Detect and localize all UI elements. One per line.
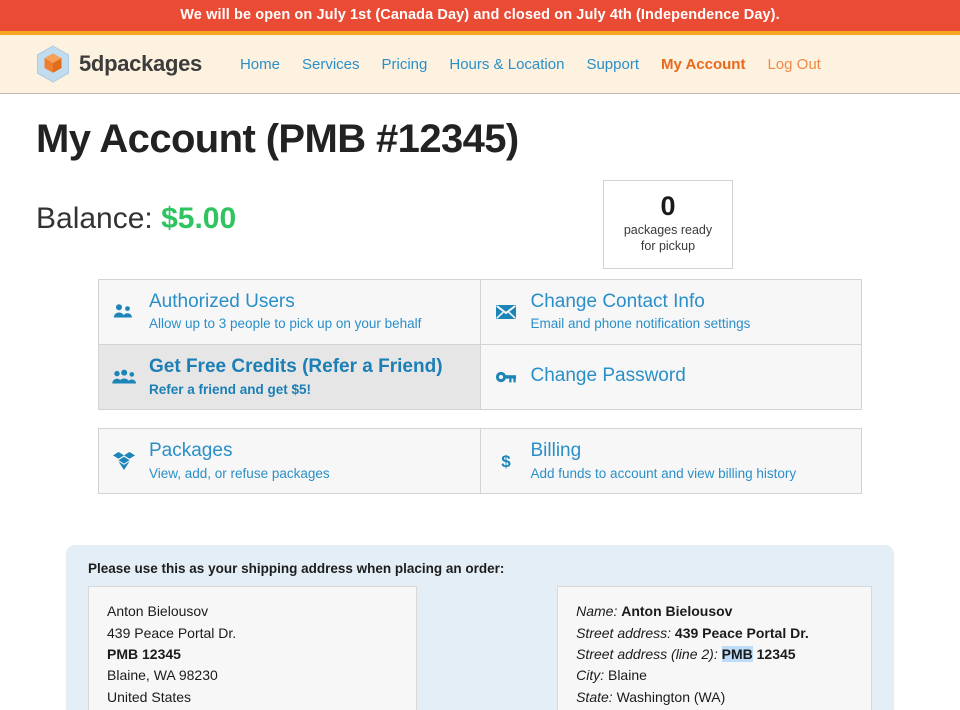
menu-item-title: Billing	[530, 440, 582, 462]
menu-item-subtitle: Add funds to account and view billing hi…	[530, 465, 797, 481]
menu-item-title: Change Contact Info	[530, 290, 705, 312]
packages-ready-label-line2: for pickup	[640, 238, 696, 253]
menu-item-title: Packages	[149, 440, 233, 462]
address-field-name: Name: Anton Bielousov	[576, 601, 853, 622]
page-title: My Account (PMB #12345)	[36, 117, 519, 161]
nav-item-services[interactable]: Services	[302, 56, 360, 73]
brand-logo-link[interactable]: 5dpackages	[36, 45, 202, 83]
hexagon-cube-logo-icon	[36, 45, 70, 83]
site-header: 5dpackages Home Services Pricing Hours &…	[0, 35, 960, 94]
nav-item-home[interactable]: Home	[240, 56, 280, 73]
field-label: Name:	[576, 603, 618, 620]
address-field-street-line2: Street address (line 2): PMB 12345	[576, 644, 853, 665]
menu-item-authorized-users[interactable]: Authorized Users Allow up to 3 people to…	[98, 278, 481, 345]
field-value: Anton Bielousov	[621, 603, 733, 620]
address-line: Anton Bielousov	[107, 603, 209, 620]
announcement-text: We will be open on July 1st (Canada Day)…	[180, 7, 780, 23]
menu-item-change-password[interactable]: Change Password	[479, 343, 862, 411]
field-value: 12345	[752, 646, 796, 663]
nav-item-log-out[interactable]: Log Out	[767, 56, 820, 73]
nav-item-hours-location[interactable]: Hours & Location	[449, 56, 564, 73]
account-menu: Authorized Users Allow up to 3 people to…	[98, 278, 862, 495]
announcement-banner: We will be open on July 1st (Canada Day)…	[0, 0, 960, 31]
field-label: Street address:	[576, 624, 672, 641]
menu-item-subtitle: Email and phone notification settings	[530, 316, 751, 332]
page-content: My Account (PMB #12345) Balance: $5.00 0…	[0, 117, 960, 710]
shipping-address-columns: Anton Bielousov 439 Peace Portal Dr. PMB…	[88, 586, 872, 710]
address-line: 439 Peace Portal Dr.	[107, 624, 237, 641]
field-value: 439 Peace Portal Dr.	[674, 624, 809, 641]
address-line: Blaine, WA 98230	[107, 667, 218, 684]
field-label: Street address (line 2):	[576, 646, 718, 663]
table-row: Get Free Credits (Refer a Friend) Refer …	[98, 343, 862, 411]
menu-item-title: Get Free Credits (Refer a Friend)	[149, 355, 443, 377]
field-value: Washington (WA)	[616, 688, 726, 705]
address-field-state: State: Washington (WA)	[576, 687, 853, 708]
field-value-selected: PMB	[721, 646, 753, 663]
packages-ready-label-line1: packages ready	[623, 223, 713, 238]
main-navigation: Home Services Pricing Hours & Location S…	[240, 56, 821, 73]
packages-ready-label: packages ready for pickup	[610, 223, 726, 254]
account-menu-group-1: Authorized Users Allow up to 3 people to…	[98, 278, 862, 411]
balance-label: Balance:	[36, 202, 153, 235]
account-menu-group-2: Packages View, add, or refuse packages $	[98, 428, 862, 495]
nav-item-support[interactable]: Support	[586, 56, 639, 73]
field-value: Blaine	[607, 667, 647, 684]
nav-item-pricing[interactable]: Pricing	[382, 56, 428, 73]
balance-amount: $5.00	[161, 202, 237, 235]
balance-display: Balance: $5.00	[36, 180, 236, 236]
svg-text:$: $	[501, 452, 511, 471]
shipping-address-panel: Please use this as your shipping address…	[66, 545, 894, 710]
key-icon	[493, 370, 519, 384]
menu-item-subtitle: View, add, or refuse packages	[149, 465, 330, 481]
menu-item-title: Authorized Users	[149, 290, 295, 312]
two-users-icon	[111, 302, 137, 320]
menu-item-subtitle: Allow up to 3 people to pick up on your …	[149, 316, 422, 332]
balance-row: Balance: $5.00 0 packages ready for pick…	[36, 180, 924, 269]
dollar-icon: $	[493, 450, 519, 472]
address-field-city: City: Blaine	[576, 665, 853, 686]
menu-item-billing[interactable]: $ Billing Add funds to account and view …	[479, 428, 862, 495]
shipping-address-block: Anton Bielousov 439 Peace Portal Dr. PMB…	[88, 586, 418, 710]
menu-item-change-contact-info[interactable]: Change Contact Info Email and phone noti…	[479, 278, 862, 345]
address-field-street: Street address: 439 Peace Portal Dr.	[576, 623, 853, 644]
field-label: State:	[576, 688, 613, 705]
boxes-icon	[111, 451, 137, 471]
menu-item-get-free-credits[interactable]: Get Free Credits (Refer a Friend) Refer …	[98, 343, 481, 411]
menu-item-title: Change Password	[530, 364, 686, 386]
menu-item-subtitle: Refer a friend and get $5!	[149, 381, 312, 397]
address-line: United States	[107, 688, 192, 705]
brand-name: 5dpackages	[79, 51, 202, 76]
packages-ready-box: 0 packages ready for pickup	[603, 180, 733, 269]
nav-item-my-account[interactable]: My Account	[661, 56, 745, 73]
field-label: City:	[576, 667, 605, 684]
address-line-pmb: PMB 12345	[107, 646, 181, 663]
three-users-icon	[111, 368, 137, 386]
envelope-icon	[493, 303, 519, 320]
menu-item-packages[interactable]: Packages View, add, or refuse packages	[98, 428, 481, 495]
shipping-address-heading: Please use this as your shipping address…	[88, 561, 505, 577]
table-row: Packages View, add, or refuse packages $	[98, 428, 862, 495]
packages-ready-count: 0	[660, 191, 676, 221]
shipping-address-fields: Name: Anton Bielousov Street address: 43…	[557, 586, 872, 710]
table-row: Authorized Users Allow up to 3 people to…	[98, 278, 862, 345]
